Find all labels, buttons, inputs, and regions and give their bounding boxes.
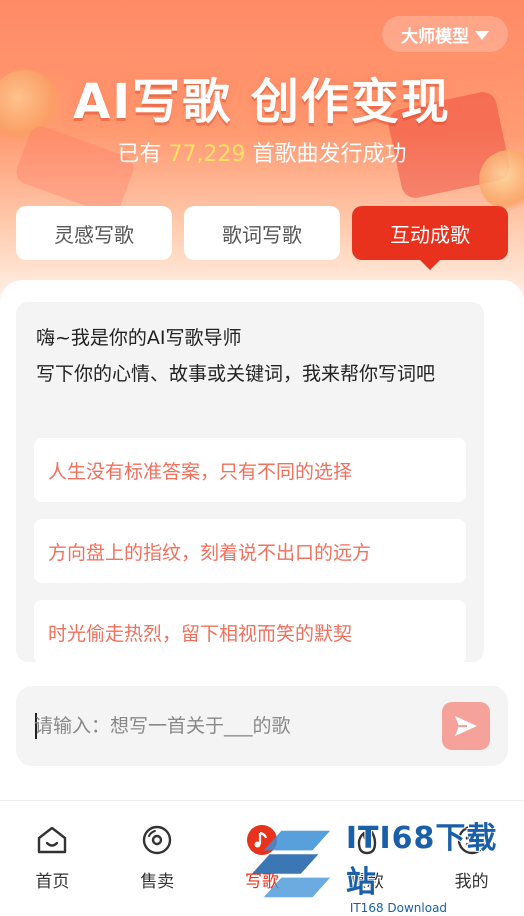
home-icon [38, 826, 67, 854]
nav-label: 售卖 [140, 872, 175, 892]
song-count: 77,229 [168, 142, 246, 167]
suggestion-chip[interactable]: 时光偷走热烈，留下相视而笑的默契 [34, 600, 466, 662]
watermark-text: ITI68下载站 IT168 Download [345, 813, 524, 915]
greeting-text: 嗨~我是你的AI写歌导师 写下你的心情、故事或关键词，我来帮你写词吧 [36, 320, 466, 392]
disc-icon [142, 825, 172, 855]
suggestion-chip[interactable]: 方向盘上的指纹，刻着说不出口的远方 [34, 519, 466, 583]
message-input[interactable] [34, 706, 434, 746]
chat-message: 嗨~我是你的AI写歌导师 写下你的心情、故事或关键词，我来帮你写词吧 人生没有标… [16, 302, 484, 662]
watermark-title: ITI68下载站 [345, 820, 498, 901]
greeting-line: 写下你的心情、故事或关键词，我来帮你写词吧 [36, 363, 436, 385]
watermark-subtitle: IT168 Download [349, 901, 448, 915]
greeting-line: 嗨~我是你的AI写歌导师 [36, 327, 242, 349]
caret-down-icon [475, 30, 489, 40]
model-selector[interactable]: 大师模型 [382, 16, 508, 52]
hero-subtitle: 已有 77,229 首歌曲发行成功 [0, 136, 524, 168]
mode-tabs: 灵感写歌 歌词写歌 互动成歌 [16, 206, 508, 270]
send-button[interactable] [442, 702, 490, 750]
tab-lyrics[interactable]: 歌词写歌 [184, 206, 340, 260]
model-selector-label: 大师模型 [401, 26, 469, 47]
message-composer [16, 686, 508, 766]
nav-item-home[interactable]: 首页 [0, 801, 105, 916]
hero-title: AI写歌 创作变现 [73, 74, 451, 130]
subtitle-suffix: 首歌曲发行成功 [252, 142, 407, 167]
watermark-logo-icon [252, 830, 331, 898]
subtitle-prefix: 已有 [117, 142, 162, 167]
site-watermark: ITI68下载站 IT168 Download [252, 820, 524, 915]
nav-item-sell[interactable]: 售卖 [105, 801, 210, 916]
send-icon [455, 716, 477, 736]
suggestion-chip[interactable]: 人生没有标准答案，只有不同的选择 [34, 438, 466, 502]
nav-label: 首页 [35, 872, 70, 892]
tab-interactive[interactable]: 互动成歌 [352, 206, 508, 270]
tab-inspiration[interactable]: 灵感写歌 [16, 206, 172, 260]
